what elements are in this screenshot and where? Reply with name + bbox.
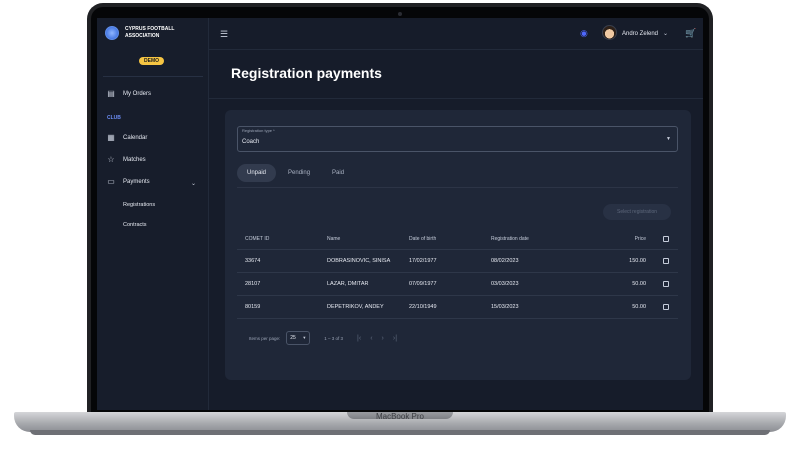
sidebar-item-payments[interactable]: ▭ Payments — [107, 177, 150, 186]
table-header-row: COMET ID Name Date of birth Registration… — [237, 228, 678, 250]
cell-dob: 22/10/1949 — [409, 304, 437, 310]
sidebar-item-my-orders[interactable]: ▤ My Orders — [107, 90, 151, 98]
cell-comet-id: 28107 — [245, 281, 261, 287]
registrations-table: COMET ID Name Date of birth Registration… — [237, 228, 678, 319]
cart-icon[interactable]: 🛒 — [685, 28, 696, 39]
row-checkbox[interactable] — [663, 296, 669, 318]
sidebar-section-club: CLUB — [107, 115, 121, 121]
cell-name: DOBRASINOVIC, SINISA — [327, 258, 391, 264]
sidebar-item-contracts[interactable]: Contracts — [123, 222, 147, 228]
first-page-icon[interactable]: |‹ — [357, 335, 361, 342]
sidebar-item-calendar[interactable]: ▦ Calendar — [107, 134, 147, 142]
cell-dob: 07/09/1977 — [409, 281, 437, 287]
status-tabs: Unpaid Pending Paid — [237, 164, 356, 182]
user-name[interactable]: Andro Zelend — [622, 31, 658, 37]
avatar[interactable] — [602, 25, 617, 40]
brand[interactable]: CYPRUS FOOTBALL ASSOCIATION — [105, 26, 189, 40]
cell-comet-id: 33674 — [245, 258, 261, 264]
previous-page-icon[interactable]: ‹ — [370, 335, 372, 342]
table-row[interactable]: 33674 DOBRASINOVIC, SINISA 17/02/1977 08… — [237, 250, 678, 273]
sidebar-item-label: Calendar — [123, 135, 148, 141]
table-row[interactable]: 28107 LAZAR, DMITAR 07/09/1977 03/03/202… — [237, 273, 678, 296]
items-per-page-label: Items per page: — [249, 335, 281, 341]
chevron-down-icon[interactable]: ⌄ — [191, 180, 196, 187]
brand-logo-icon — [105, 26, 119, 40]
row-checkbox[interactable] — [663, 250, 669, 272]
top-bar: ☰ ◉ Andro Zelend ⌄ 🛒 — [209, 18, 703, 50]
next-page-icon[interactable]: › — [382, 335, 384, 342]
column-header-name[interactable]: Name — [327, 228, 340, 249]
cell-comet-id: 80159 — [245, 304, 261, 310]
calendar-icon: ▦ — [107, 133, 115, 142]
sidebar-item-label: Payments — [123, 179, 150, 185]
device-label: MacBook Pro — [375, 412, 425, 421]
chevron-down-icon[interactable]: ⌄ — [663, 30, 668, 37]
select-all-checkbox[interactable] — [663, 228, 669, 249]
cell-name: DEPETRIKOV, ANDEY — [327, 304, 384, 310]
page-title: Registration payments — [231, 65, 382, 81]
sidebar: CYPRUS FOOTBALL ASSOCIATION DEMO ▤ My Or… — [97, 18, 209, 410]
title-divider — [209, 98, 703, 99]
sidebar-item-label: My Orders — [123, 91, 152, 97]
globe-icon[interactable]: ◉ — [580, 28, 588, 39]
select-registration-button[interactable]: Select registration — [603, 204, 671, 220]
sidebar-item-label: Matches — [123, 157, 146, 163]
cell-name: LAZAR, DMITAR — [327, 281, 369, 287]
sidebar-item-registrations[interactable]: Registrations — [123, 202, 155, 208]
cell-price: 150.00 — [629, 258, 646, 264]
camera — [398, 12, 402, 16]
row-checkbox[interactable] — [663, 273, 669, 295]
sidebar-divider — [103, 76, 203, 77]
cell-price: 50.00 — [632, 281, 646, 287]
table-row[interactable]: 80159 DEPETRIKOV, ANDEY 22/10/1949 15/03… — [237, 296, 678, 319]
paginator: Items per page: 25 ▼ 1 – 3 of 3 |‹ ‹ › ›… — [237, 328, 397, 348]
menu-icon[interactable]: ☰ — [220, 29, 228, 40]
cell-dob: 17/02/1977 — [409, 258, 437, 264]
page-size-value: 25 — [290, 335, 296, 341]
app-screen: CYPRUS FOOTBALL ASSOCIATION DEMO ▤ My Or… — [97, 18, 703, 410]
tab-unpaid[interactable]: Unpaid — [237, 164, 277, 182]
cell-registration-date: 15/03/2023 — [491, 304, 519, 310]
registration-type-label: Registration type * — [242, 128, 275, 133]
checkbox-box — [663, 281, 669, 287]
checkbox-box — [663, 235, 669, 242]
tabs-divider — [237, 187, 678, 188]
laptop-base-bottom — [30, 430, 770, 435]
caret-down-icon: ▼ — [302, 335, 307, 340]
column-header-dob[interactable]: Date of birth — [409, 228, 436, 249]
demo-badge: DEMO — [139, 57, 164, 65]
registration-card: Registration type * Coach ▼ Unpaid Pendi… — [225, 110, 691, 380]
checkbox-box — [663, 258, 669, 264]
caret-down-icon: ▼ — [666, 136, 671, 142]
cell-registration-date: 08/02/2023 — [491, 258, 519, 264]
column-header-comet-id[interactable]: COMET ID — [245, 228, 269, 249]
tab-paid[interactable]: Paid — [322, 164, 354, 182]
registration-type-select[interactable]: Registration type * Coach ▼ — [237, 126, 678, 152]
column-header-price[interactable]: Price — [635, 228, 646, 249]
page-size-select[interactable]: 25 ▼ — [286, 331, 311, 345]
column-header-registration-date[interactable]: Registration date — [491, 228, 529, 249]
star-icon: ☆ — [107, 155, 115, 164]
sidebar-item-matches[interactable]: ☆ Matches — [107, 155, 146, 164]
last-page-icon[interactable]: ›| — [393, 335, 397, 342]
tab-pending[interactable]: Pending — [278, 164, 320, 182]
brand-name: CYPRUS FOOTBALL ASSOCIATION — [125, 26, 175, 39]
checkbox-box — [663, 304, 669, 310]
credit-card-icon: ▭ — [107, 177, 115, 186]
cell-registration-date: 03/03/2023 — [491, 281, 519, 287]
cell-price: 50.00 — [632, 304, 646, 310]
page-range: 1 – 3 of 3 — [324, 335, 344, 341]
document-icon: ▤ — [107, 89, 115, 98]
registration-type-value: Coach — [242, 139, 260, 145]
